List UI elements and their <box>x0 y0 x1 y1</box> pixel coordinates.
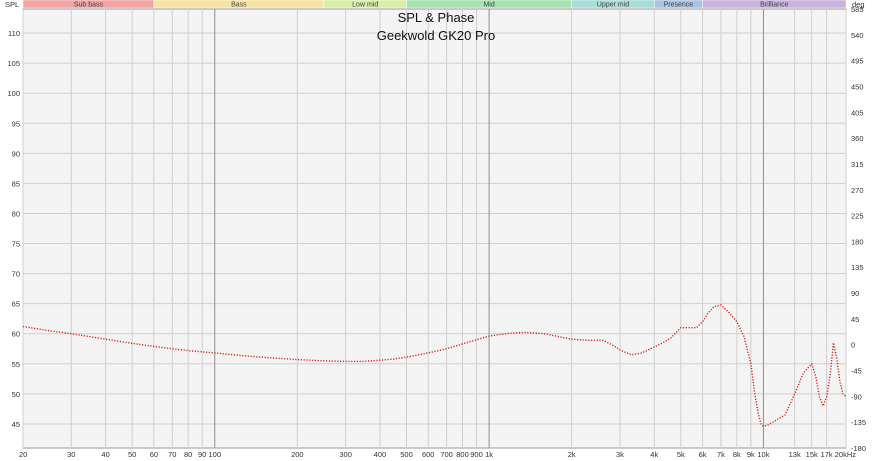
y2-tick-label: 45 <box>851 315 859 324</box>
x-tick-label: 2k <box>568 450 576 459</box>
band-label: Brilliance <box>760 2 789 9</box>
spl-phase-chart: Sub bass Bass Low mid Mid Upper mid Presence B… <box>0 0 877 461</box>
x-tick-label: 7k <box>717 450 725 459</box>
plot-area <box>22 8 847 449</box>
x-tick-label: 80 <box>184 450 192 459</box>
y-tick-label: 75 <box>12 240 20 249</box>
y-tick-label: 55 <box>12 360 20 369</box>
y2-tick-label: -45 <box>851 367 862 376</box>
y2-tick-label: 540 <box>851 31 864 40</box>
y-tick-label: 65 <box>12 300 20 309</box>
x-tick-label: 40 <box>101 450 109 459</box>
band-label: Low mid <box>352 2 378 9</box>
x-tick-label: 4k <box>650 450 658 459</box>
chart-title: SPL & Phase <box>398 10 475 25</box>
y-tick-label: 45 <box>12 420 20 429</box>
x-tick-label: 15k <box>806 450 818 459</box>
y-axis-label: SPL <box>5 0 19 9</box>
x-tick-label: 70 <box>168 450 176 459</box>
y2-tick-label: 315 <box>851 160 864 169</box>
x-tick-label: 20kHz <box>835 450 857 459</box>
x-tick-label: 300 <box>339 450 352 459</box>
x-tick-label: 10k <box>757 450 769 459</box>
y2-tick-label: 360 <box>851 134 864 143</box>
chart-subtitle: Geekwold GK20 Pro <box>377 28 496 43</box>
y2-axis-label: deg <box>852 0 865 9</box>
y-tick-label: 60 <box>12 330 20 339</box>
x-tick-label: 50 <box>128 450 136 459</box>
x-tick-label: 90 <box>198 450 206 459</box>
x-tick-label: 8k <box>733 450 741 459</box>
y-tick-label: 90 <box>12 149 20 158</box>
y-tick-label: 95 <box>12 119 20 128</box>
x-tick-label: 500 <box>400 450 413 459</box>
x-tick-label: 1k <box>485 450 493 459</box>
y2-tick-label: 450 <box>851 82 864 91</box>
y2-tick-label: 270 <box>851 186 864 195</box>
band-label: Sub bass <box>74 2 104 9</box>
y-tick-label: 70 <box>12 270 20 279</box>
x-tick-label: 700 <box>440 450 453 459</box>
x-tick-label: 17k <box>821 450 833 459</box>
y2-tick-label: 225 <box>851 212 864 221</box>
x-tick-label: 6k <box>699 450 707 459</box>
x-tick-label: 800 <box>456 450 469 459</box>
x-tick-label: 9k <box>747 450 755 459</box>
x-tick-label: 900 <box>470 450 483 459</box>
y2-tick-label: -135 <box>851 418 866 427</box>
y-tick-label: 80 <box>12 209 20 218</box>
y2-tick-label: -90 <box>851 392 862 401</box>
y2-tick-label: 0 <box>851 341 855 350</box>
band-label: Upper mid <box>597 2 629 9</box>
x-tick-label: 600 <box>422 450 435 459</box>
y-tick-label: 100 <box>7 89 20 98</box>
y-tick-label: 105 <box>7 59 20 68</box>
band-label: Presence <box>664 2 694 9</box>
y2-tick-label: 135 <box>851 263 864 272</box>
y2-tick-label: 495 <box>851 57 864 66</box>
frequency-bands: Sub bass Bass Low mid Mid Upper mid Presence B… <box>22 0 847 9</box>
band-label: Bass <box>231 2 247 9</box>
x-tick-label: 20 <box>19 450 27 459</box>
x-tick-label: 100 <box>208 450 221 459</box>
x-tick-label: 13k <box>789 450 801 459</box>
x-tick-label: 200 <box>291 450 304 459</box>
x-tick-label: 5k <box>677 450 685 459</box>
x-tick-label: 30 <box>67 450 75 459</box>
x-tick-label: 3k <box>616 450 624 459</box>
x-tick-label: 400 <box>374 450 387 459</box>
y-tick-label: 110 <box>8 29 20 38</box>
y2-tick-label: 405 <box>851 108 864 117</box>
x-tick-label: 60 <box>150 450 158 459</box>
y-tick-label: 85 <box>12 179 20 188</box>
y2-tick-label: 180 <box>851 237 864 246</box>
y-tick-label: 50 <box>12 390 20 399</box>
y2-tick-label: 90 <box>851 289 859 298</box>
band-label: Mid <box>483 2 494 9</box>
